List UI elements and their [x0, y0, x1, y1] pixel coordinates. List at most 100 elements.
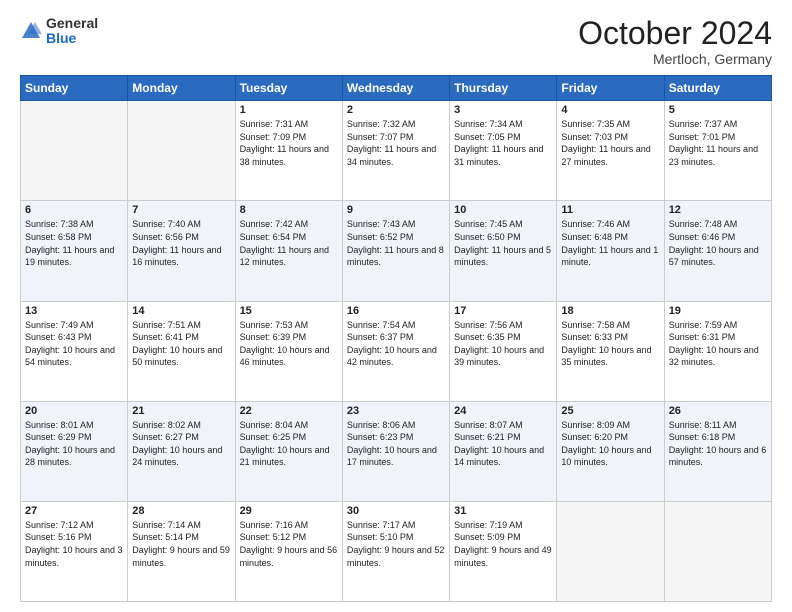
- month-title: October 2024: [578, 16, 772, 51]
- day-number: 22: [240, 405, 338, 417]
- calendar-cell: 16 Sunrise: 7:54 AMSunset: 6:37 PMDayligh…: [342, 301, 449, 401]
- calendar-cell: [664, 501, 771, 601]
- day-info: Sunrise: 7:58 AMSunset: 6:33 PMDaylight:…: [561, 319, 659, 369]
- day-info: Sunrise: 7:38 AMSunset: 6:58 PMDaylight:…: [25, 218, 123, 268]
- calendar-cell: 31 Sunrise: 7:19 AMSunset: 5:09 PMDayligh…: [450, 501, 557, 601]
- day-info: Sunrise: 7:35 AMSunset: 7:03 PMDaylight:…: [561, 118, 659, 168]
- day-info: Sunrise: 7:34 AMSunset: 7:05 PMDaylight:…: [454, 118, 552, 168]
- day-number: 2: [347, 104, 445, 116]
- day-number: 9: [347, 204, 445, 216]
- day-info: Sunrise: 7:54 AMSunset: 6:37 PMDaylight:…: [347, 319, 445, 369]
- day-number: 30: [347, 505, 445, 517]
- day-info: Sunrise: 8:02 AMSunset: 6:27 PMDaylight:…: [132, 419, 230, 469]
- day-number: 24: [454, 405, 552, 417]
- header: General Blue October 2024 Mertloch, Germ…: [20, 16, 772, 67]
- calendar-cell: 23 Sunrise: 8:06 AMSunset: 6:23 PMDayligh…: [342, 401, 449, 501]
- day-number: 18: [561, 305, 659, 317]
- day-info: Sunrise: 7:14 AMSunset: 5:14 PMDaylight:…: [132, 519, 230, 569]
- day-number: 26: [669, 405, 767, 417]
- calendar-cell: 25 Sunrise: 8:09 AMSunset: 6:20 PMDayligh…: [557, 401, 664, 501]
- day-number: 23: [347, 405, 445, 417]
- calendar-cell: [21, 101, 128, 201]
- day-number: 27: [25, 505, 123, 517]
- logo-general-text: General: [46, 16, 98, 31]
- calendar: SundayMondayTuesdayWednesdayThursdayFrid…: [20, 75, 772, 602]
- day-info: Sunrise: 7:16 AMSunset: 5:12 PMDaylight:…: [240, 519, 338, 569]
- calendar-cell: 19 Sunrise: 7:59 AMSunset: 6:31 PMDayligh…: [664, 301, 771, 401]
- day-number: 21: [132, 405, 230, 417]
- calendar-cell: 4Sunrise: 7:35 AMSunset: 7:03 PMDaylight…: [557, 101, 664, 201]
- logo: General Blue: [20, 16, 98, 47]
- calendar-cell: 11Sunrise: 7:46 AMSunset: 6:48 PMDayligh…: [557, 201, 664, 301]
- day-number: 3: [454, 104, 552, 116]
- location: Mertloch, Germany: [578, 51, 772, 67]
- calendar-cell: 9 Sunrise: 7:43 AMSunset: 6:52 PMDaylight…: [342, 201, 449, 301]
- day-info: Sunrise: 8:09 AMSunset: 6:20 PMDaylight:…: [561, 419, 659, 469]
- day-info: Sunrise: 7:56 AMSunset: 6:35 PMDaylight:…: [454, 319, 552, 369]
- day-info: Sunrise: 7:40 AMSunset: 6:56 PMDaylight:…: [132, 218, 230, 268]
- logo-text: General Blue: [46, 16, 98, 47]
- day-number: 19: [669, 305, 767, 317]
- day-number: 16: [347, 305, 445, 317]
- calendar-cell: 28Sunrise: 7:14 AMSunset: 5:14 PMDayligh…: [128, 501, 235, 601]
- title-block: October 2024 Mertloch, Germany: [578, 16, 772, 67]
- calendar-cell: 24Sunrise: 8:07 AMSunset: 6:21 PMDayligh…: [450, 401, 557, 501]
- calendar-cell: 12Sunrise: 7:48 AMSunset: 6:46 PMDayligh…: [664, 201, 771, 301]
- day-number: 10: [454, 204, 552, 216]
- calendar-cell: 2Sunrise: 7:32 AMSunset: 7:07 PMDaylight…: [342, 101, 449, 201]
- logo-icon: [20, 20, 42, 42]
- day-number: 25: [561, 405, 659, 417]
- calendar-cell: [557, 501, 664, 601]
- calendar-header-wednesday: Wednesday: [342, 76, 449, 101]
- day-number: 15: [240, 305, 338, 317]
- calendar-cell: 15 Sunrise: 7:53 AMSunset: 6:39 PMDayligh…: [235, 301, 342, 401]
- day-info: Sunrise: 8:06 AMSunset: 6:23 PMDaylight:…: [347, 419, 445, 469]
- calendar-cell: 3 Sunrise: 7:34 AMSunset: 7:05 PMDaylight…: [450, 101, 557, 201]
- day-number: 6: [25, 204, 123, 216]
- calendar-header-row: SundayMondayTuesdayWednesdayThursdayFrid…: [21, 76, 772, 101]
- calendar-cell: 20Sunrise: 8:01 AMSunset: 6:29 PMDayligh…: [21, 401, 128, 501]
- day-info: Sunrise: 7:51 AMSunset: 6:41 PMDaylight:…: [132, 319, 230, 369]
- calendar-week-row: 1Sunrise: 7:31 AMSunset: 7:09 PMDaylight…: [21, 101, 772, 201]
- day-number: 11: [561, 204, 659, 216]
- calendar-header-monday: Monday: [128, 76, 235, 101]
- calendar-cell: [128, 101, 235, 201]
- calendar-cell: 5Sunrise: 7:37 AMSunset: 7:01 PMDaylight…: [664, 101, 771, 201]
- day-info: Sunrise: 8:11 AMSunset: 6:18 PMDaylight:…: [669, 419, 767, 469]
- day-info: Sunrise: 7:17 AMSunset: 5:10 PMDaylight:…: [347, 519, 445, 569]
- calendar-cell: 22 Sunrise: 8:04 AMSunset: 6:25 PMDayligh…: [235, 401, 342, 501]
- calendar-week-row: 13 Sunrise: 7:49 AMSunset: 6:43 PMDayligh…: [21, 301, 772, 401]
- calendar-cell: 8 Sunrise: 7:42 AMSunset: 6:54 PMDaylight…: [235, 201, 342, 301]
- calendar-cell: 30 Sunrise: 7:17 AMSunset: 5:10 PMDayligh…: [342, 501, 449, 601]
- calendar-cell: 26 Sunrise: 8:11 AMSunset: 6:18 PMDayligh…: [664, 401, 771, 501]
- calendar-cell: 18 Sunrise: 7:58 AMSunset: 6:33 PMDayligh…: [557, 301, 664, 401]
- day-info: Sunrise: 7:19 AMSunset: 5:09 PMDaylight:…: [454, 519, 552, 569]
- calendar-week-row: 27Sunrise: 7:12 AMSunset: 5:16 PMDayligh…: [21, 501, 772, 601]
- day-info: Sunrise: 7:43 AMSunset: 6:52 PMDaylight:…: [347, 218, 445, 268]
- day-info: Sunrise: 7:53 AMSunset: 6:39 PMDaylight:…: [240, 319, 338, 369]
- calendar-cell: 21 Sunrise: 8:02 AMSunset: 6:27 PMDayligh…: [128, 401, 235, 501]
- day-number: 14: [132, 305, 230, 317]
- day-number: 31: [454, 505, 552, 517]
- calendar-cell: 29Sunrise: 7:16 AMSunset: 5:12 PMDayligh…: [235, 501, 342, 601]
- calendar-week-row: 6 Sunrise: 7:38 AMSunset: 6:58 PMDaylight…: [21, 201, 772, 301]
- day-number: 5: [669, 104, 767, 116]
- calendar-header-sunday: Sunday: [21, 76, 128, 101]
- day-info: Sunrise: 8:01 AMSunset: 6:29 PMDaylight:…: [25, 419, 123, 469]
- calendar-cell: 10Sunrise: 7:45 AMSunset: 6:50 PMDayligh…: [450, 201, 557, 301]
- calendar-week-row: 20Sunrise: 8:01 AMSunset: 6:29 PMDayligh…: [21, 401, 772, 501]
- calendar-cell: 27Sunrise: 7:12 AMSunset: 5:16 PMDayligh…: [21, 501, 128, 601]
- day-info: Sunrise: 7:49 AMSunset: 6:43 PMDaylight:…: [25, 319, 123, 369]
- day-number: 1: [240, 104, 338, 116]
- day-info: Sunrise: 7:59 AMSunset: 6:31 PMDaylight:…: [669, 319, 767, 369]
- day-number: 17: [454, 305, 552, 317]
- logo-blue-text: Blue: [46, 31, 98, 46]
- day-info: Sunrise: 7:42 AMSunset: 6:54 PMDaylight:…: [240, 218, 338, 268]
- calendar-cell: 14 Sunrise: 7:51 AMSunset: 6:41 PMDayligh…: [128, 301, 235, 401]
- calendar-cell: 17 Sunrise: 7:56 AMSunset: 6:35 PMDayligh…: [450, 301, 557, 401]
- day-info: Sunrise: 8:04 AMSunset: 6:25 PMDaylight:…: [240, 419, 338, 469]
- day-number: 7: [132, 204, 230, 216]
- day-number: 13: [25, 305, 123, 317]
- day-number: 12: [669, 204, 767, 216]
- day-number: 8: [240, 204, 338, 216]
